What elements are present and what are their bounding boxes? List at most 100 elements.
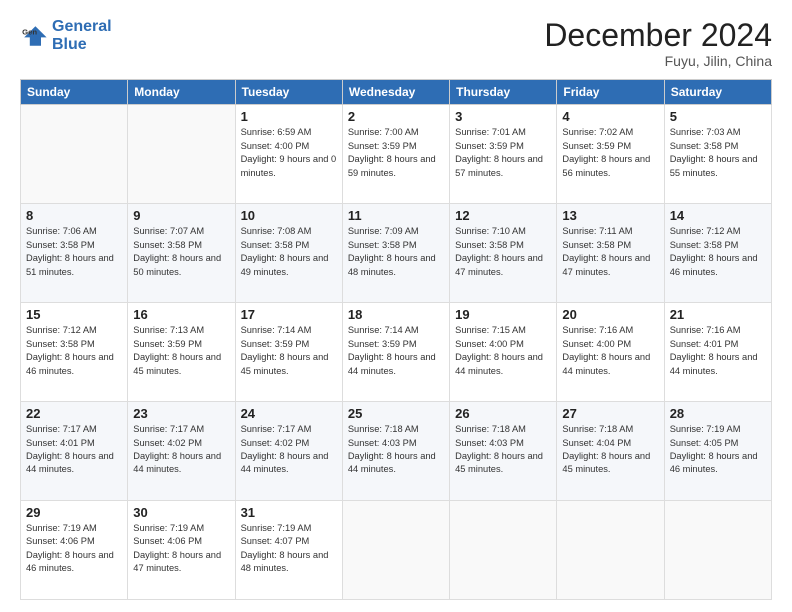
day-info: Sunrise: 7:11 AM Sunset: 3:58 PM Dayligh…	[562, 225, 658, 279]
day-number: 24	[241, 406, 337, 421]
header: Gen General Blue December 2024 Fuyu, Jil…	[20, 18, 772, 69]
calendar-week-1: 8 Sunrise: 7:06 AM Sunset: 3:58 PM Dayli…	[21, 204, 772, 303]
table-row	[664, 501, 771, 600]
day-info: Sunrise: 7:13 AM Sunset: 3:59 PM Dayligh…	[133, 324, 229, 378]
day-info: Sunrise: 7:07 AM Sunset: 3:58 PM Dayligh…	[133, 225, 229, 279]
day-info: Sunrise: 7:03 AM Sunset: 3:58 PM Dayligh…	[670, 126, 766, 180]
col-friday: Friday	[557, 80, 664, 105]
calendar-week-0: 1 Sunrise: 6:59 AM Sunset: 4:00 PM Dayli…	[21, 105, 772, 204]
calendar-week-3: 22 Sunrise: 7:17 AM Sunset: 4:01 PM Dayl…	[21, 402, 772, 501]
day-number: 17	[241, 307, 337, 322]
day-number: 30	[133, 505, 229, 520]
day-info: Sunrise: 7:08 AM Sunset: 3:58 PM Dayligh…	[241, 225, 337, 279]
day-number: 18	[348, 307, 444, 322]
day-info: Sunrise: 7:12 AM Sunset: 3:58 PM Dayligh…	[26, 324, 122, 378]
title-block: December 2024 Fuyu, Jilin, China	[544, 18, 772, 69]
day-info: Sunrise: 7:19 AM Sunset: 4:06 PM Dayligh…	[133, 522, 229, 576]
table-row: 1 Sunrise: 6:59 AM Sunset: 4:00 PM Dayli…	[235, 105, 342, 204]
table-row: 3 Sunrise: 7:01 AM Sunset: 3:59 PM Dayli…	[450, 105, 557, 204]
month-title: December 2024	[544, 18, 772, 53]
col-thursday: Thursday	[450, 80, 557, 105]
table-row: 13 Sunrise: 7:11 AM Sunset: 3:58 PM Dayl…	[557, 204, 664, 303]
day-info: Sunrise: 7:00 AM Sunset: 3:59 PM Dayligh…	[348, 126, 444, 180]
day-number: 21	[670, 307, 766, 322]
table-row: 22 Sunrise: 7:17 AM Sunset: 4:01 PM Dayl…	[21, 402, 128, 501]
logo-icon: Gen	[20, 22, 48, 50]
day-number: 14	[670, 208, 766, 223]
day-info: Sunrise: 7:18 AM Sunset: 4:03 PM Dayligh…	[455, 423, 551, 477]
col-monday: Monday	[128, 80, 235, 105]
table-row: 29 Sunrise: 7:19 AM Sunset: 4:06 PM Dayl…	[21, 501, 128, 600]
table-row: 17 Sunrise: 7:14 AM Sunset: 3:59 PM Dayl…	[235, 303, 342, 402]
calendar-week-4: 29 Sunrise: 7:19 AM Sunset: 4:06 PM Dayl…	[21, 501, 772, 600]
day-info: Sunrise: 7:14 AM Sunset: 3:59 PM Dayligh…	[241, 324, 337, 378]
table-row	[450, 501, 557, 600]
day-info: Sunrise: 7:06 AM Sunset: 3:58 PM Dayligh…	[26, 225, 122, 279]
day-number: 12	[455, 208, 551, 223]
day-number: 19	[455, 307, 551, 322]
table-row: 11 Sunrise: 7:09 AM Sunset: 3:58 PM Dayl…	[342, 204, 449, 303]
day-info: Sunrise: 7:18 AM Sunset: 4:03 PM Dayligh…	[348, 423, 444, 477]
calendar-header-row: Sunday Monday Tuesday Wednesday Thursday…	[21, 80, 772, 105]
day-info: Sunrise: 7:16 AM Sunset: 4:00 PM Dayligh…	[562, 324, 658, 378]
day-number: 10	[241, 208, 337, 223]
day-info: Sunrise: 7:09 AM Sunset: 3:58 PM Dayligh…	[348, 225, 444, 279]
table-row: 30 Sunrise: 7:19 AM Sunset: 4:06 PM Dayl…	[128, 501, 235, 600]
table-row	[342, 501, 449, 600]
logo: Gen General Blue	[20, 18, 112, 53]
table-row: 16 Sunrise: 7:13 AM Sunset: 3:59 PM Dayl…	[128, 303, 235, 402]
day-info: Sunrise: 7:10 AM Sunset: 3:58 PM Dayligh…	[455, 225, 551, 279]
calendar-week-2: 15 Sunrise: 7:12 AM Sunset: 3:58 PM Dayl…	[21, 303, 772, 402]
table-row: 18 Sunrise: 7:14 AM Sunset: 3:59 PM Dayl…	[342, 303, 449, 402]
day-number: 31	[241, 505, 337, 520]
day-number: 20	[562, 307, 658, 322]
day-number: 3	[455, 109, 551, 124]
col-saturday: Saturday	[664, 80, 771, 105]
table-row: 9 Sunrise: 7:07 AM Sunset: 3:58 PM Dayli…	[128, 204, 235, 303]
day-info: Sunrise: 7:17 AM Sunset: 4:01 PM Dayligh…	[26, 423, 122, 477]
table-row: 10 Sunrise: 7:08 AM Sunset: 3:58 PM Dayl…	[235, 204, 342, 303]
location: Fuyu, Jilin, China	[544, 53, 772, 69]
day-info: Sunrise: 7:15 AM Sunset: 4:00 PM Dayligh…	[455, 324, 551, 378]
day-info: Sunrise: 7:14 AM Sunset: 3:59 PM Dayligh…	[348, 324, 444, 378]
day-number: 9	[133, 208, 229, 223]
svg-text:Gen: Gen	[22, 27, 37, 36]
day-number: 16	[133, 307, 229, 322]
day-number: 11	[348, 208, 444, 223]
table-row: 20 Sunrise: 7:16 AM Sunset: 4:00 PM Dayl…	[557, 303, 664, 402]
table-row: 31 Sunrise: 7:19 AM Sunset: 4:07 PM Dayl…	[235, 501, 342, 600]
table-row: 2 Sunrise: 7:00 AM Sunset: 3:59 PM Dayli…	[342, 105, 449, 204]
table-row	[557, 501, 664, 600]
day-number: 28	[670, 406, 766, 421]
day-number: 22	[26, 406, 122, 421]
day-info: Sunrise: 7:17 AM Sunset: 4:02 PM Dayligh…	[241, 423, 337, 477]
day-number: 25	[348, 406, 444, 421]
table-row: 26 Sunrise: 7:18 AM Sunset: 4:03 PM Dayl…	[450, 402, 557, 501]
day-number: 8	[26, 208, 122, 223]
day-info: Sunrise: 7:18 AM Sunset: 4:04 PM Dayligh…	[562, 423, 658, 477]
day-info: Sunrise: 7:02 AM Sunset: 3:59 PM Dayligh…	[562, 126, 658, 180]
table-row: 27 Sunrise: 7:18 AM Sunset: 4:04 PM Dayl…	[557, 402, 664, 501]
day-number: 26	[455, 406, 551, 421]
logo-text: General Blue	[52, 18, 112, 53]
day-info: Sunrise: 7:19 AM Sunset: 4:07 PM Dayligh…	[241, 522, 337, 576]
day-info: Sunrise: 7:17 AM Sunset: 4:02 PM Dayligh…	[133, 423, 229, 477]
col-tuesday: Tuesday	[235, 80, 342, 105]
day-number: 4	[562, 109, 658, 124]
col-wednesday: Wednesday	[342, 80, 449, 105]
table-row: 5 Sunrise: 7:03 AM Sunset: 3:58 PM Dayli…	[664, 105, 771, 204]
day-info: Sunrise: 6:59 AM Sunset: 4:00 PM Dayligh…	[241, 126, 337, 180]
day-number: 29	[26, 505, 122, 520]
day-info: Sunrise: 7:16 AM Sunset: 4:01 PM Dayligh…	[670, 324, 766, 378]
day-number: 27	[562, 406, 658, 421]
table-row: 12 Sunrise: 7:10 AM Sunset: 3:58 PM Dayl…	[450, 204, 557, 303]
table-row: 24 Sunrise: 7:17 AM Sunset: 4:02 PM Dayl…	[235, 402, 342, 501]
day-number: 13	[562, 208, 658, 223]
day-number: 1	[241, 109, 337, 124]
table-row: 14 Sunrise: 7:12 AM Sunset: 3:58 PM Dayl…	[664, 204, 771, 303]
day-info: Sunrise: 7:19 AM Sunset: 4:05 PM Dayligh…	[670, 423, 766, 477]
table-row	[128, 105, 235, 204]
table-row	[21, 105, 128, 204]
calendar-table: Sunday Monday Tuesday Wednesday Thursday…	[20, 79, 772, 600]
table-row: 4 Sunrise: 7:02 AM Sunset: 3:59 PM Dayli…	[557, 105, 664, 204]
